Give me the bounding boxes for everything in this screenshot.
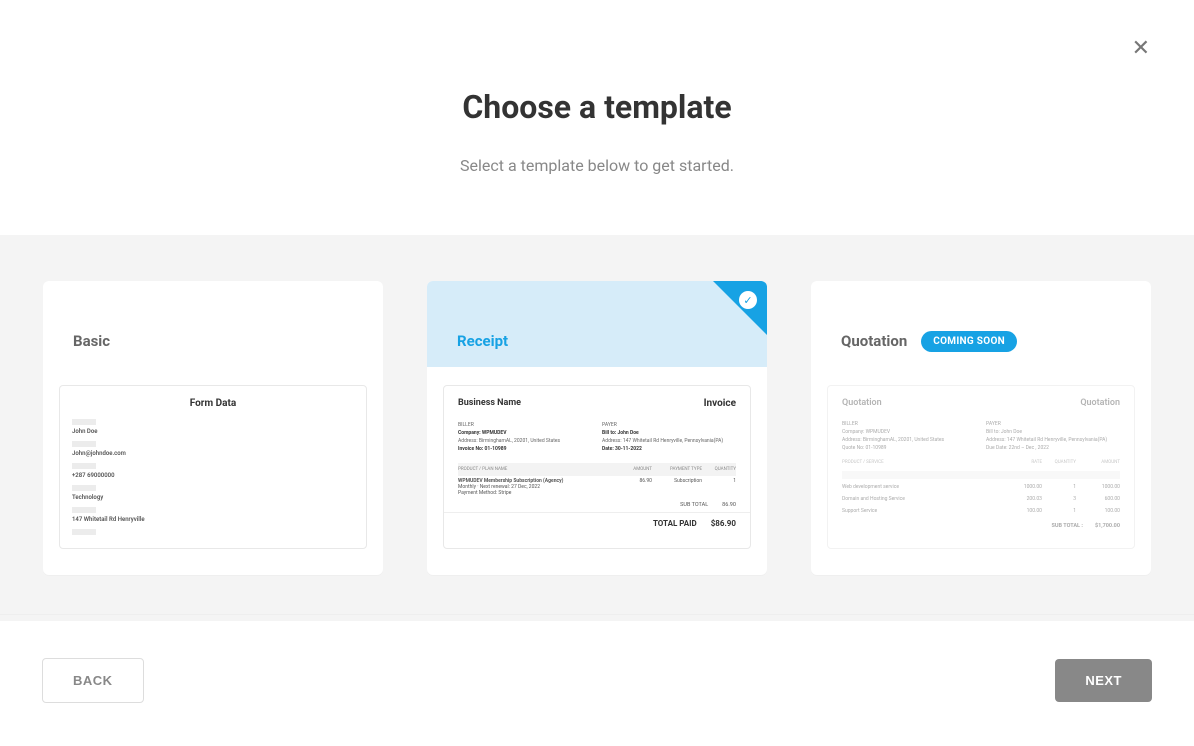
template-card-basic[interactable]: Basic Form Data John Doe John@johndoe.co… <box>43 281 383 575</box>
subtotal-value: 86.90 <box>722 502 736 508</box>
preview-field: John@johndoe.com <box>72 450 354 459</box>
invoice-business-name: Business Name <box>458 398 521 409</box>
selected-corner <box>713 281 767 335</box>
q-line: Company: WPMUDEV <box>842 428 976 436</box>
qth: QUANTITY <box>1042 460 1076 465</box>
qtr: 100.00 <box>1002 508 1042 514</box>
th: PRODUCT / PLAN NAME <box>458 467 618 472</box>
q-line: Bill to: John Doe <box>986 428 1120 436</box>
preview-field: John Doe <box>72 428 354 437</box>
wizard-footer: BACK NEXT <box>0 614 1194 746</box>
total-label: TOTAL PAID <box>653 519 697 528</box>
subtotal-label: SUB TOTAL <box>680 502 708 508</box>
inv-line: Company: WPMUDEV <box>458 430 506 436</box>
preview-field: +287 69000000 <box>72 472 354 481</box>
quo-right-title: Quotation <box>1080 398 1120 408</box>
template-card-receipt[interactable]: ✓ Receipt Business Name Invoice BILLER C… <box>427 281 767 575</box>
template-card-quotation[interactable]: Quotation COMING SOON Quotation Quotatio… <box>811 281 1151 575</box>
inv-line: Date: 30-11-2022 <box>602 446 642 452</box>
inv-line: Invoice No: 01-10989 <box>458 446 507 452</box>
template-preview-quotation: Quotation Quotation BILLER Company: WPMU… <box>827 385 1135 549</box>
inv-hdr: PAYER <box>602 421 736 429</box>
page-title: Choose a template <box>0 88 1194 126</box>
template-cards-row: Basic Form Data John Doe John@johndoe.co… <box>0 235 1194 621</box>
qtr: 1 <box>1042 508 1076 514</box>
basic-preview-heading: Form Data <box>60 386 366 419</box>
th: AMOUNT <box>618 467 652 472</box>
inv-hdr: BILLER <box>458 421 592 429</box>
page-subtitle: Select a template below to get started. <box>0 156 1194 175</box>
close-icon[interactable]: ✕ <box>1132 38 1150 60</box>
q-hdr: BILLER <box>842 420 976 428</box>
next-button[interactable]: NEXT <box>1055 659 1152 702</box>
qtr: Support Service <box>842 508 1002 514</box>
quo-left-title: Quotation <box>842 398 882 408</box>
tr: Payment Method: Stripe <box>458 490 511 496</box>
quo-payer-col: PAYER Bill to: John Doe Address: 147 Whi… <box>986 420 1120 452</box>
qth: PRODUCT / SERVICE <box>842 460 1002 465</box>
qtr: 100.00 <box>1076 508 1120 514</box>
check-icon: ✓ <box>739 291 757 309</box>
qtr: 200.03 <box>1002 496 1042 502</box>
invoice-payer-col: PAYER Bill to: John Doe Address: 147 Whi… <box>602 421 736 453</box>
tr: 86.90 <box>618 478 652 496</box>
coming-soon-badge: COMING SOON <box>921 331 1017 352</box>
template-title-basic: Basic <box>73 332 110 350</box>
th: PAYMENT TYPE <box>652 467 702 472</box>
qtr: 1000.00 <box>1076 484 1120 490</box>
qtr: Domain and Hosting Service <box>842 496 1002 502</box>
tr: 1 <box>702 478 736 496</box>
template-preview-basic: Form Data John Doe John@johndoe.com +287… <box>59 385 367 549</box>
qtr: Web development service <box>842 484 1002 490</box>
qtr: 600.00 <box>1076 496 1120 502</box>
inv-line: Address: BirminghamAL, 20201, United Sta… <box>458 437 592 445</box>
tr: Subscription <box>652 478 702 496</box>
q-line: Quote No: 01-10989 <box>842 444 976 452</box>
preview-field: 147 Whitetail Rd Henryville <box>72 516 354 525</box>
q-line: Due Date: 22nd – Dec , 2022 <box>986 444 1120 452</box>
template-preview-receipt: Business Name Invoice BILLER Company: WP… <box>443 385 751 549</box>
inv-line: Bill to: John Doe <box>602 430 639 436</box>
quo-biller-col: BILLER Company: WPMUDEV Address: Birming… <box>842 420 976 452</box>
invoice-biller-col: BILLER Company: WPMUDEV Address: Birming… <box>458 421 592 453</box>
qtr: 3 <box>1042 496 1076 502</box>
template-title-quotation: Quotation <box>841 332 907 350</box>
quo-subtotal-label: SUB TOTAL : <box>1052 523 1083 529</box>
inv-line: Address: 147 Whitetail Rd Henryville, Pe… <box>602 437 736 445</box>
quo-subtotal-value: $1,700.00 <box>1095 523 1120 529</box>
th: QUANTITY <box>702 467 736 472</box>
qtr: 1000.00 <box>1002 484 1042 490</box>
q-line: Address: 147 Whitetail Rd Henryville, Pe… <box>986 436 1120 444</box>
qtr: 1 <box>1042 484 1076 490</box>
qth: AMOUNT <box>1076 460 1120 465</box>
invoice-doc-label: Invoice <box>704 398 736 409</box>
q-hdr: PAYER <box>986 420 1120 428</box>
template-title-receipt: Receipt <box>457 332 508 350</box>
qth: RATE <box>1002 460 1042 465</box>
q-line: Address: BirminghamAL, 20201, United Sta… <box>842 436 976 444</box>
preview-field: Technology <box>72 494 354 503</box>
back-button[interactable]: BACK <box>42 658 144 703</box>
total-value: $86.90 <box>711 519 736 528</box>
